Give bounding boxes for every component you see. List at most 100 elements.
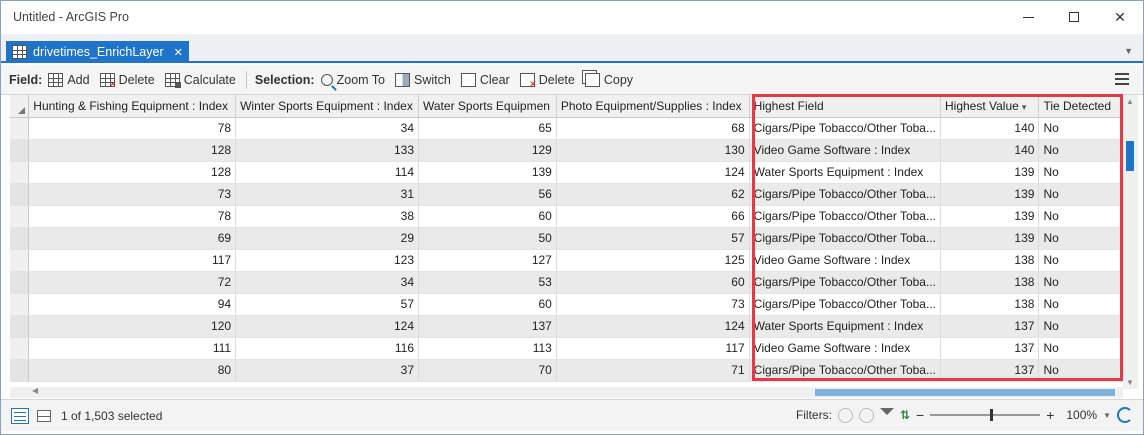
table-row[interactable]: 78 34 65 68 Cigars/Pipe Tobacco/Other Toba..… [10,117,1123,140]
delete-selection-button[interactable]: Delete [519,72,575,90]
table-cell[interactable]: 113 [418,337,557,360]
table-cell[interactable]: Water Sports Equipment : Index [749,315,941,338]
table-cell[interactable]: 66 [556,205,750,228]
table-cell[interactable]: 133 [235,139,419,162]
table-row[interactable]: 78 38 60 66 Cigars/Pipe Tobacco/Other Toba..… [10,205,1123,228]
table-cell[interactable]: 73 [556,293,750,316]
table-row[interactable]: 69 29 50 57 Cigars/Pipe Tobacco/Other Toba..… [10,227,1123,250]
table-cell[interactable]: 120 [28,315,237,338]
table-cell[interactable]: 128 [28,139,237,162]
table-cell[interactable]: 129 [418,139,557,162]
table-cell[interactable]: 128 [28,161,237,184]
table-cell[interactable]: 116 [235,337,419,360]
table-cell[interactable]: 53 [418,271,557,294]
row-selector[interactable] [10,161,30,184]
show-selected-records-icon[interactable] [37,409,51,422]
clear-selection-button[interactable]: Clear [460,72,510,87]
table-cell[interactable]: Water Sports Equipment : Index [749,161,941,184]
table-cell[interactable]: Cigars/Pipe Tobacco/Other Toba... [749,183,941,206]
table-cell[interactable]: 139 [940,205,1040,228]
select-all-corner[interactable] [10,95,30,118]
table-cell[interactable]: 124 [556,161,750,184]
table-row[interactable]: 120 124 137 124 Water Sports Equipment : Ind… [10,315,1123,338]
table-cell[interactable]: 37 [235,359,419,382]
row-selector[interactable] [10,227,30,250]
table-cell[interactable]: 125 [556,249,750,272]
table-cell[interactable]: 117 [28,249,237,272]
column-header-sorted[interactable]: Highest Value [940,95,1040,118]
row-selector[interactable] [10,117,30,140]
table-cell[interactable]: 138 [940,271,1040,294]
table-cell[interactable]: 34 [235,117,419,140]
switch-selection-button[interactable]: Switch [395,72,451,87]
table-cell[interactable]: 50 [418,227,557,250]
table-cell[interactable]: 80 [28,359,237,382]
zoom-in-icon[interactable]: + [1046,407,1054,423]
table-row[interactable]: 111 116 113 117 Video Game Software : Index 1… [10,337,1123,360]
table-cell[interactable]: 117 [556,337,750,360]
filter-icon[interactable] [879,408,894,422]
table-cell[interactable]: 68 [556,117,750,140]
table-cell[interactable]: No [1038,117,1123,140]
extent-filter-icon[interactable] [837,407,853,423]
table-cell[interactable]: 69 [28,227,237,250]
table-cell[interactable]: 124 [235,315,419,338]
table-cell[interactable]: Cigars/Pipe Tobacco/Other Toba... [749,205,941,228]
table-cell[interactable]: 139 [418,161,557,184]
column-header[interactable]: Hunting & Fishing Equipment : Index [28,95,237,118]
row-selector[interactable] [10,271,30,294]
table-cell[interactable]: 56 [418,183,557,206]
table-cell[interactable]: 73 [28,183,237,206]
table-cell[interactable]: 138 [940,293,1040,316]
minimize-button[interactable] [1013,5,1043,29]
table-cell[interactable]: No [1038,271,1123,294]
table-cell[interactable]: 62 [556,183,750,206]
table-cell[interactable]: Video Game Software : Index [749,249,941,272]
table-cell[interactable]: 94 [28,293,237,316]
refresh-icon[interactable] [1117,407,1133,423]
table-cell[interactable]: 137 [940,337,1040,360]
show-all-records-icon[interactable] [11,407,29,424]
table-row[interactable]: 117 123 127 125 Video Game Software : Index 1… [10,249,1123,272]
table-cell[interactable]: No [1038,205,1123,228]
vertical-scrollbar[interactable]: ▲ ▼ [1123,95,1138,389]
hand-filter-icon[interactable] [858,407,874,423]
zoom-out-icon[interactable]: − [916,407,924,423]
table-cell[interactable]: 57 [556,227,750,250]
tab-drivetimes-enrichlayer[interactable]: drivetimes_EnrichLayer ✕ [6,41,189,63]
zoom-slider-thumb[interactable] [990,409,994,421]
table-cell[interactable]: 78 [28,205,237,228]
zoom-level[interactable]: 100% [1066,408,1097,422]
scroll-up-icon[interactable]: ▲ [1126,97,1134,106]
table-cell[interactable]: 140 [940,139,1040,162]
column-header[interactable]: Tie Detected [1038,95,1123,118]
horizontal-scroll-thumb[interactable] [815,389,1115,396]
menu-icon[interactable] [1115,73,1129,85]
tab-list-dropdown-icon[interactable]: ▼ [1124,46,1133,56]
table-row[interactable]: 94 57 60 73 Cigars/Pipe Tobacco/Other Toba..… [10,293,1123,316]
table-row[interactable]: 80 37 70 71 Cigars/Pipe Tobacco/Other Toba..… [10,359,1123,382]
table-row[interactable]: 128 133 129 130 Video Game Software : Index 1… [10,139,1123,162]
copy-button[interactable]: Copy [584,72,633,87]
row-selector[interactable] [10,183,30,206]
zoom-slider[interactable] [930,409,1041,421]
table-cell[interactable]: 138 [940,249,1040,272]
table-cell[interactable]: No [1038,183,1123,206]
table-cell[interactable]: 71 [556,359,750,382]
column-header[interactable]: Highest Field [749,95,941,118]
table-cell[interactable]: 139 [940,227,1040,250]
calculate-field-button[interactable]: Calculate [164,72,236,88]
table-cell[interactable]: No [1038,249,1123,272]
table-cell[interactable]: 60 [418,293,557,316]
table-cell[interactable]: 127 [418,249,557,272]
row-selector[interactable] [10,205,30,228]
row-selector[interactable] [10,337,30,360]
table-cell[interactable]: 137 [940,359,1040,382]
table-cell[interactable]: 124 [556,315,750,338]
table-cell[interactable]: 78 [28,117,237,140]
table-cell[interactable]: No [1038,227,1123,250]
scroll-down-icon[interactable]: ▼ [1126,378,1134,387]
table-cell[interactable]: Cigars/Pipe Tobacco/Other Toba... [749,271,941,294]
table-row[interactable]: 128 114 139 124 Water Sports Equipment : Ind… [10,161,1123,184]
table-cell[interactable]: 114 [235,161,419,184]
